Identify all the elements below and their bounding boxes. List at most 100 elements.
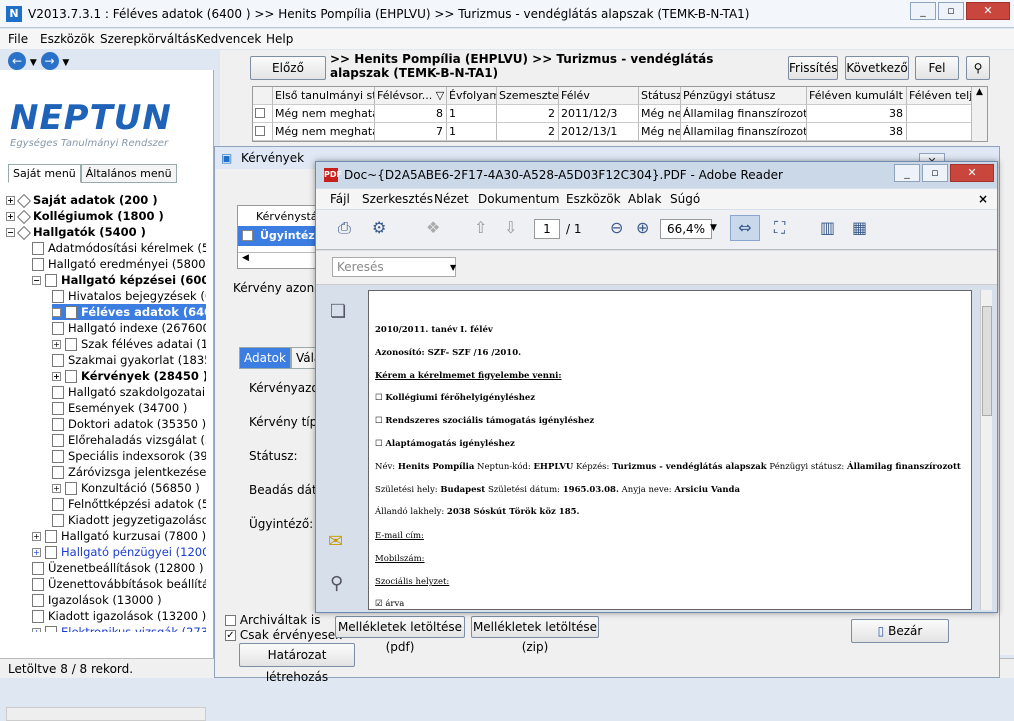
tree-item[interactable]: Hallgató eredményei (5800 ) (32, 256, 206, 272)
tree-item[interactable]: Kiadott jegyzetigazolások (52, 512, 206, 528)
adobe-menu-szerkesztes[interactable]: Szerkesztés (362, 192, 433, 206)
maximize-icon[interactable]: ▫ (922, 164, 948, 182)
print-icon[interactable]: ⎙ (338, 218, 351, 238)
pin-icon[interactable]: ⚲ (966, 56, 990, 80)
grid-scrollbar[interactable]: ▲ (971, 87, 987, 141)
tree-item[interactable]: + Féléves adatok (6400 (52, 304, 206, 320)
create-decision-button[interactable]: Határozat létrehozás (239, 643, 355, 684)
close-button[interactable]: ▯ Bezár (851, 619, 949, 643)
grid-column-header[interactable]: Státusz (639, 87, 681, 105)
expand-icon[interactable]: + (32, 532, 41, 541)
menu-eszkozok[interactable]: Eszközök (40, 32, 95, 46)
tree-item[interactable]: + Kérvények (28450 ) (52, 368, 206, 384)
close-icon[interactable]: ✕ (966, 2, 1010, 20)
menu-help[interactable]: Help (266, 32, 293, 46)
adobe-menu-sugo[interactable]: Súgó (670, 192, 700, 206)
tab-sajat-menu[interactable]: Saját menü (8, 164, 81, 183)
tree-horizontal-scrollbar[interactable] (6, 707, 206, 721)
tab-altalanos-menu[interactable]: Általános menü (80, 164, 177, 183)
expand-icon[interactable]: + (6, 212, 15, 221)
grid-column-header[interactable]: Pénzügyi státusz (681, 87, 807, 105)
back-arrow-icon[interactable]: ← (8, 52, 26, 70)
expand-icon[interactable]: + (52, 340, 61, 349)
next-page-icon[interactable]: ⇩ (504, 218, 517, 237)
row-checkbox[interactable] (253, 123, 273, 141)
collapse-icon[interactable]: − (6, 228, 15, 237)
zoom-dropdown-icon[interactable]: ▼ (710, 223, 717, 233)
tree-item[interactable]: Doktori adatok (35350 ) (52, 416, 206, 432)
tree-item[interactable]: Események (34700 ) (52, 400, 187, 416)
fit-page-icon[interactable]: ⛶ (774, 218, 785, 238)
tree-item[interactable]: Hivatalos bejegyzések (6200 (52, 288, 206, 304)
expand-icon[interactable]: + (52, 372, 61, 381)
back-dropdown-icon[interactable]: ▼ (30, 58, 37, 68)
prev-button[interactable]: Előző (250, 56, 326, 80)
tree-item[interactable]: Hallgató indexe (267600 (52, 320, 206, 336)
archived-checkbox-row[interactable]: Archiváltak is (225, 613, 320, 627)
expand-icon[interactable]: + (52, 484, 61, 493)
prev-page-icon[interactable]: ⇧ (474, 218, 487, 237)
grid-column-header[interactable]: Első tanulmányi st... (273, 87, 375, 105)
zoom-level[interactable]: 66,4% (660, 219, 712, 239)
tree-item[interactable]: − Hallgató képzései (6000 ) (32, 272, 206, 288)
adobe-menu-eszkozok[interactable]: Eszközök (566, 192, 621, 206)
grid-row-selected[interactable]: Ügyintézé (238, 226, 326, 246)
page-number-input[interactable]: 1 (534, 219, 560, 239)
row-checkbox[interactable] (242, 230, 253, 241)
scroll-thumb[interactable] (982, 306, 992, 416)
tree-item[interactable]: Szakmai gyakorlat (18350 (52, 352, 206, 368)
archived-checkbox[interactable] (225, 615, 236, 626)
pdf-vertical-scrollbar[interactable] (980, 290, 992, 610)
menu-file[interactable]: File (8, 32, 28, 46)
search-input[interactable]: Keresés (332, 257, 456, 277)
search-dropdown-icon[interactable]: ▼ (450, 263, 456, 272)
up-button[interactable]: Fel (915, 56, 959, 80)
download-pdf-button[interactable]: Mellékletek letöltése (pdf) (335, 616, 465, 654)
tree-item[interactable]: + Hallgató pénzügyei (12000 ) (32, 544, 206, 560)
zoom-out-icon[interactable]: ⊖ (610, 218, 623, 237)
tree-item[interactable]: Speciális indexsorok (390 (52, 448, 206, 464)
tree-item[interactable]: − Hallgatók (5400 ) (6, 224, 146, 240)
forward-dropdown-icon[interactable]: ▼ (62, 58, 69, 68)
zoom-in-icon[interactable]: ⊕ (636, 218, 649, 237)
grid-column-header[interactable]: Szemeszter (497, 87, 559, 105)
grid-column-header[interactable]: Évfolyam (447, 87, 497, 105)
two-page-icon[interactable]: ▥ (820, 218, 835, 237)
tree-item[interactable]: + Kollégiumok (1800 ) (6, 208, 164, 224)
fit-width-icon[interactable]: ⇔ (730, 215, 760, 241)
tree-item[interactable]: Hallgató szakdolgozatai ( (52, 384, 206, 400)
tree-item[interactable]: + Szak féléves adatai (150 (52, 336, 206, 352)
tree-item[interactable]: Felnőttképzési adatok (57 (52, 496, 206, 512)
menu-kedvencek[interactable]: Kedvencek (196, 32, 261, 46)
download-zip-button[interactable]: Mellékletek letöltése (zip) (471, 616, 599, 654)
comments-icon[interactable]: ✉ (328, 531, 343, 552)
grid-column-header[interactable]: Félév (559, 87, 639, 105)
row-checkbox[interactable] (253, 105, 273, 123)
minimize-icon[interactable]: _ (894, 164, 920, 182)
expand-icon[interactable]: + (52, 308, 61, 317)
tree-item[interactable]: Üzenetbeállítások (12800 ) (32, 560, 204, 576)
tree-item[interactable]: + Saját adatok (200 ) (6, 192, 158, 208)
minimize-icon[interactable]: _ (910, 2, 936, 20)
grid-view-icon[interactable]: ▦ (852, 218, 867, 237)
attach-icon[interactable]: ❖ (426, 218, 440, 237)
maximize-icon[interactable]: ▫ (938, 2, 964, 20)
tree-item[interactable]: + Konzultáció (56850 ) (52, 480, 200, 496)
valid-checkbox-row[interactable]: ✓ Csak érvényesek (225, 628, 342, 642)
collapse-icon[interactable]: − (32, 276, 41, 285)
valid-checkbox[interactable]: ✓ (225, 630, 236, 641)
next-button[interactable]: Következő (845, 56, 909, 80)
pages-panel-icon[interactable]: ❏ (330, 301, 346, 322)
grid-column-header[interactable]: Féléven kumulált ... (807, 87, 907, 105)
grid-column-header[interactable]: Félévsor... ▽ (375, 87, 447, 105)
adobe-menu-fajl[interactable]: Fájl (330, 192, 350, 206)
tree-item[interactable]: + Hallgató kurzusai (7800 ) (32, 528, 206, 544)
tree-item[interactable]: Előrehaladás vizsgálat (35 (52, 432, 206, 448)
tree-item[interactable]: Igazolások (13000 ) (32, 592, 162, 608)
expand-icon[interactable]: + (32, 548, 41, 557)
attachments-icon[interactable]: ⚲ (330, 573, 343, 594)
adobe-menu-ablak[interactable]: Ablak (628, 192, 661, 206)
tab-adatok[interactable]: Adatok (239, 347, 291, 369)
grid-header-corner[interactable] (253, 87, 273, 105)
forward-arrow-icon[interactable]: → (40, 52, 59, 70)
